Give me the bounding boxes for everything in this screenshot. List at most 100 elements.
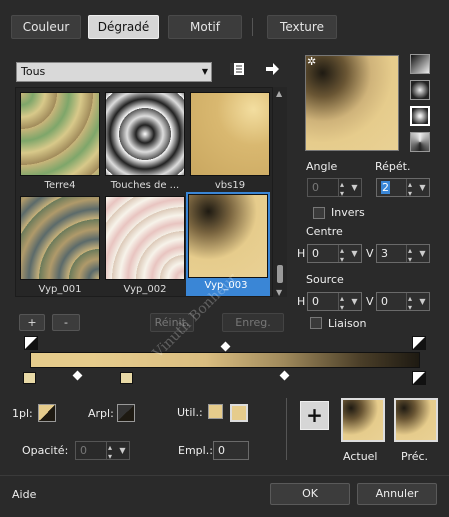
fg-label: 1pl:: [12, 407, 33, 420]
rectangular-style-button[interactable]: [410, 80, 430, 100]
gallery-item-label: Vyp_001: [38, 284, 82, 295]
gradient-thumbnail: [20, 92, 100, 176]
gallery-item[interactable]: vbs19: [190, 92, 270, 191]
opacity-stop-left[interactable]: [24, 336, 38, 350]
gradient-bar[interactable]: [30, 352, 420, 368]
source-h-label: H: [297, 295, 306, 308]
center-h-label: H: [297, 247, 306, 260]
tab-separator: [252, 18, 253, 36]
repeat-field[interactable]: 2 ▼: [376, 176, 430, 202]
chevron-down-icon[interactable]: ▼: [117, 442, 128, 459]
remove-gradient-button[interactable]: -: [52, 314, 80, 331]
chevron-down-icon[interactable]: ▼: [417, 293, 428, 310]
source-h-field[interactable]: 0 ▼: [307, 290, 362, 316]
spin-updown-icon[interactable]: [406, 242, 416, 268]
gallery-item[interactable]: Vyp_002: [105, 196, 185, 295]
ok-button[interactable]: OK: [270, 483, 350, 505]
add-gradient-button[interactable]: +: [19, 314, 45, 331]
gallery-item[interactable]: Terre4: [20, 92, 100, 191]
angle-field[interactable]: 0 ▼: [307, 176, 362, 202]
user-label: Util.:: [177, 406, 203, 419]
scroll-up-icon[interactable]: ▲: [276, 89, 282, 98]
divider: [286, 398, 287, 460]
location-label: Empl.:: [178, 444, 213, 457]
angle-value: 0: [312, 181, 319, 194]
chevron-down-icon[interactable]: ▼: [417, 245, 428, 262]
user-color-swatch-large[interactable]: [230, 404, 248, 422]
current-gradient-swatch[interactable]: [341, 398, 385, 442]
category-dropdown[interactable]: Tous ▼: [16, 62, 212, 82]
location-field[interactable]: 0: [213, 441, 249, 460]
add-to-swatches-button[interactable]: +: [300, 401, 329, 430]
center-label: Centre: [306, 225, 343, 238]
radial-style-button[interactable]: [410, 106, 430, 126]
spin-updown-icon[interactable]: [406, 290, 416, 316]
book-icon[interactable]: [229, 62, 245, 76]
tab-degrade[interactable]: Dégradé: [88, 15, 159, 39]
spin-updown-icon[interactable]: [106, 439, 116, 465]
spin-updown-icon[interactable]: [338, 242, 348, 268]
color-midpoint[interactable]: [72, 370, 83, 381]
chevron-down-icon[interactable]: ▼: [417, 179, 428, 196]
location-value: 0: [218, 444, 225, 457]
link-checkbox[interactable]: [310, 317, 322, 329]
center-h-field[interactable]: 0 ▼: [307, 242, 362, 268]
opacity-value: 0: [80, 444, 87, 457]
color-stop[interactable]: [23, 372, 36, 384]
opacity-stop-right[interactable]: [412, 336, 426, 350]
spin-updown-icon[interactable]: [338, 290, 348, 316]
save-gradient-button[interactable]: Enreg.: [222, 313, 284, 332]
gallery-item-label: Touches de ...: [110, 180, 180, 191]
user-color-swatch[interactable]: [208, 404, 223, 419]
gallery-item[interactable]: Touches de ...: [105, 92, 185, 191]
arrow-right-icon[interactable]: [265, 62, 279, 76]
opacity-midpoint[interactable]: [220, 341, 231, 352]
opacity-label: Opacité:: [22, 444, 69, 457]
color-stop-end[interactable]: [412, 371, 426, 385]
category-value: Tous: [21, 65, 46, 78]
crosshair-icon: ✲: [307, 55, 317, 68]
repeat-value: 2: [381, 181, 390, 194]
help-link[interactable]: Aide: [12, 488, 36, 501]
linear-style-button[interactable]: [410, 54, 430, 74]
link-label: Liaison: [328, 317, 367, 330]
opacity-field[interactable]: 0 ▼: [75, 439, 130, 465]
repeat-label: Répét.: [375, 160, 411, 173]
invert-checkbox[interactable]: [313, 207, 325, 219]
scroll-down-icon[interactable]: ▼: [276, 288, 282, 297]
center-v-value: 3: [381, 247, 388, 260]
tab-texture[interactable]: Texture: [267, 15, 337, 39]
gallery-item-label: vbs19: [214, 180, 246, 191]
previous-gradient-swatch[interactable]: [394, 398, 438, 442]
center-v-field[interactable]: 3 ▼: [376, 242, 430, 268]
gallery-item-label: Terre4: [44, 180, 76, 191]
source-v-field[interactable]: 0 ▼: [376, 290, 430, 316]
sunburst-style-button[interactable]: [410, 132, 430, 152]
tab-couleur[interactable]: Couleur: [11, 15, 81, 39]
angle-label: Angle: [306, 160, 338, 173]
color-stop[interactable]: [120, 372, 133, 384]
spin-updown-icon[interactable]: [406, 176, 416, 202]
gradient-preview[interactable]: [305, 55, 399, 151]
scroll-thumb[interactable]: [277, 265, 283, 283]
bg-label: Arpl:: [88, 407, 114, 420]
gradient-thumbnail: [105, 196, 185, 280]
spin-updown-icon[interactable]: [338, 176, 348, 202]
chevron-down-icon[interactable]: ▼: [349, 245, 360, 262]
cancel-button[interactable]: Annuler: [357, 483, 437, 505]
gallery-scrollbar[interactable]: ▲ ▼: [273, 87, 287, 297]
gradient-thumbnail: [190, 92, 270, 176]
gradient-thumbnail: [20, 196, 100, 280]
chevron-down-icon[interactable]: ▼: [349, 293, 360, 310]
tab-motif[interactable]: Motif: [168, 15, 242, 39]
source-h-value: 0: [312, 295, 319, 308]
invert-label: Invers: [331, 206, 365, 219]
previous-label: Préc.: [401, 450, 429, 463]
color-midpoint[interactable]: [279, 370, 290, 381]
source-v-value: 0: [381, 295, 388, 308]
background-swatch[interactable]: [117, 404, 135, 422]
gallery-item[interactable]: Vyp_001: [20, 196, 100, 295]
chevron-down-icon[interactable]: ▼: [349, 179, 360, 196]
source-v-label: V: [366, 295, 374, 308]
foreground-swatch[interactable]: [38, 404, 56, 422]
